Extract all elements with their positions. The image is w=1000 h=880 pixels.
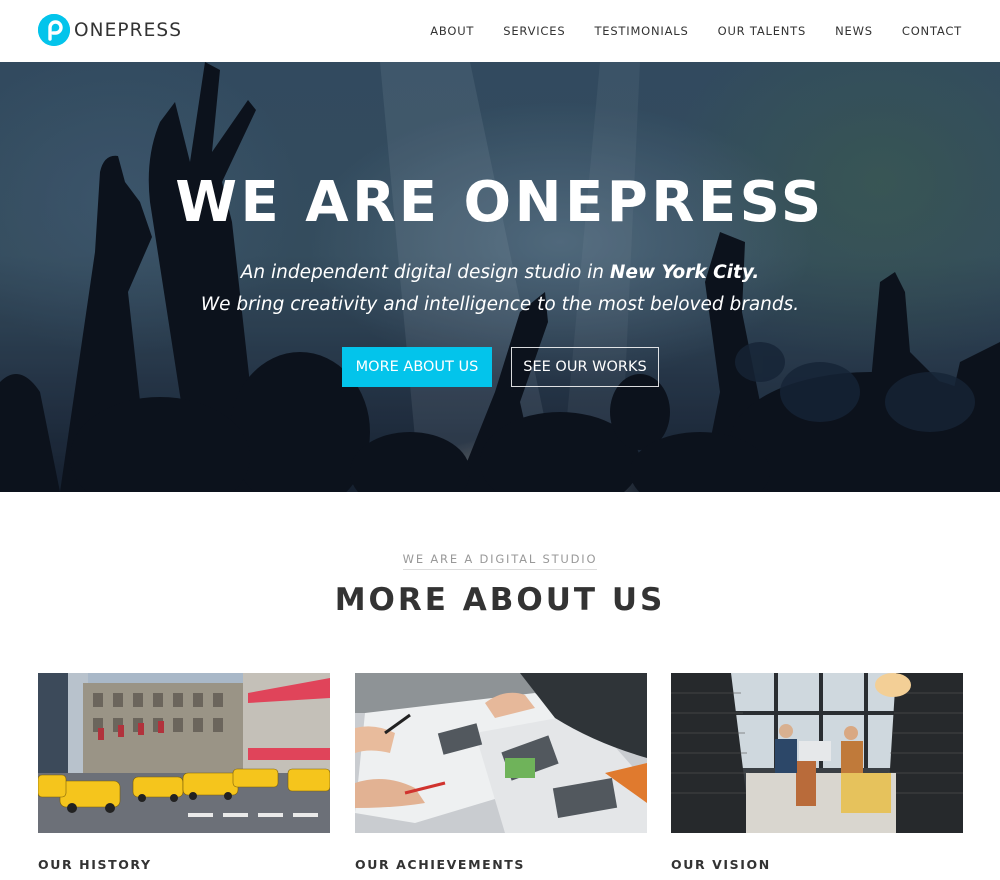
- hero-subtitle-emphasis: New York City.: [609, 262, 760, 283]
- hero-subtitle-line-2: We bring creativity and intelligence to …: [200, 294, 800, 315]
- nav-our-talents[interactable]: OUR TALENTS: [718, 24, 807, 38]
- nav-contact[interactable]: CONTACT: [902, 24, 962, 38]
- about-card-history: OUR HISTORY: [38, 673, 330, 872]
- site-name: ONEPRESS: [74, 19, 183, 41]
- nav-testimonials[interactable]: TESTIMONIALS: [594, 24, 688, 38]
- nav-about[interactable]: ABOUT: [430, 24, 474, 38]
- hero-subtitle-line-1: An independent digital design studio in …: [0, 262, 1000, 283]
- card-title-vision[interactable]: OUR VISION: [671, 857, 771, 872]
- hero-title: WE ARE ONEPRESS: [175, 170, 825, 235]
- section-title: MORE ABOUT US: [334, 582, 666, 618]
- card-title-history[interactable]: OUR HISTORY: [38, 857, 152, 872]
- main-nav: ABOUT SERVICES TESTIMONIALS OUR TALENTS …: [430, 0, 962, 62]
- hero-section: WE ARE ONEPRESS An independent digital d…: [0, 62, 1000, 492]
- about-card-achievements: OUR ACHIEVEMENTS: [355, 673, 647, 872]
- onepress-logo-icon: [38, 14, 70, 46]
- about-card-vision: OUR VISION: [671, 673, 963, 872]
- history-image[interactable]: [38, 673, 330, 833]
- vision-image[interactable]: [671, 673, 963, 833]
- nav-news[interactable]: NEWS: [835, 24, 873, 38]
- section-subtitle: WE ARE A DIGITAL STUDIO: [0, 552, 1000, 570]
- site-header: ONEPRESS ABOUT SERVICES TESTIMONIALS OUR…: [0, 0, 1000, 62]
- nav-services[interactable]: SERVICES: [503, 24, 565, 38]
- achievements-image[interactable]: [355, 673, 647, 833]
- site-logo[interactable]: ONEPRESS: [38, 14, 182, 46]
- hero-subtitle-text: An independent digital design studio in: [240, 262, 610, 283]
- see-our-works-button[interactable]: SEE OUR WORKS: [511, 347, 659, 387]
- card-title-achievements[interactable]: OUR ACHIEVEMENTS: [355, 857, 525, 872]
- more-about-us-button[interactable]: MORE ABOUT US: [342, 347, 492, 387]
